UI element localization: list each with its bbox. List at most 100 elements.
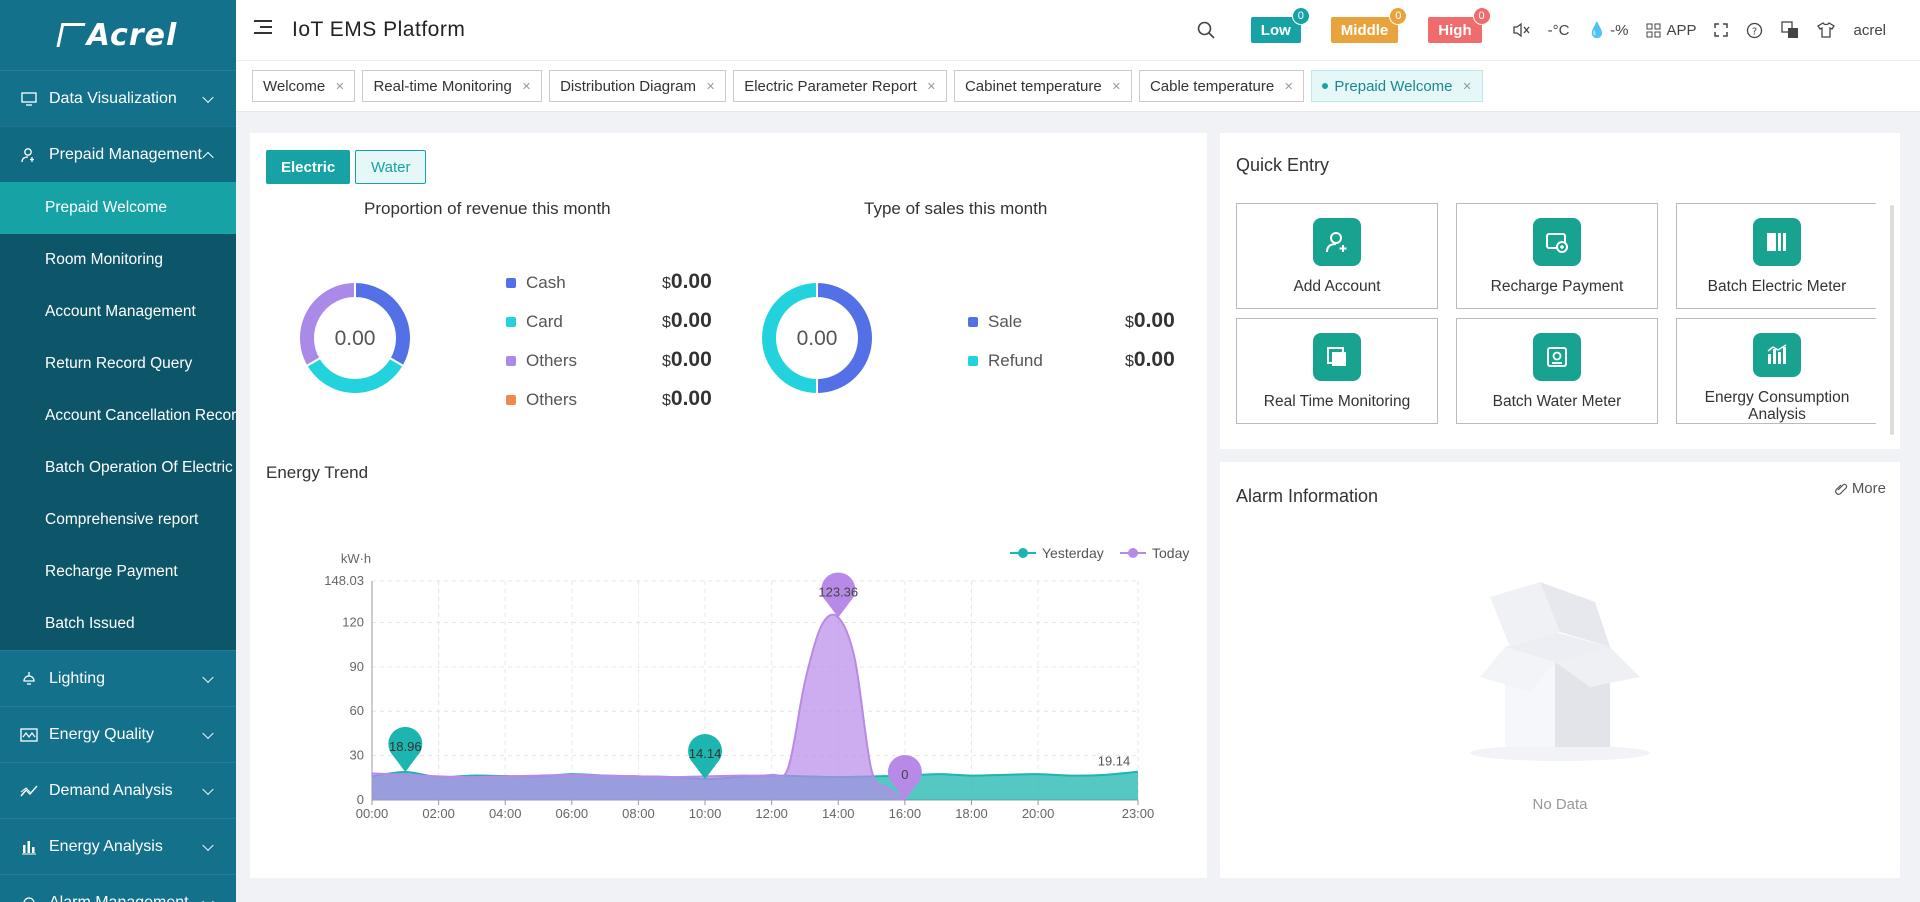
tab-prepaid-welcome[interactable]: Prepaid Welcome ✕ (1311, 70, 1483, 102)
revenue-legend-item[interactable]: Others (506, 351, 577, 371)
chevron-down-icon (202, 671, 214, 683)
sidebar: Acrel Data Visualization Prepaid Manageme… (0, 0, 236, 902)
sales-legend-value: $0.00 (1125, 309, 1175, 332)
x-tick-label: 12:00 (755, 806, 788, 821)
close-icon[interactable]: ✕ (335, 80, 344, 93)
monitoring-icon (1313, 333, 1361, 381)
revenue-legend-item[interactable]: Cash (506, 273, 566, 293)
revenue-legend-item[interactable]: Others (506, 390, 577, 410)
sidebar-group-data-visualization[interactable]: Data Visualization (0, 70, 236, 126)
water-toggle[interactable]: Water (355, 150, 427, 184)
close-icon[interactable]: ✕ (1284, 80, 1293, 93)
sidebar-item-return-record-query[interactable]: Return Record Query (0, 338, 236, 390)
quick-entry-add-account[interactable]: Add Account (1236, 203, 1438, 309)
user-name[interactable]: acrel (1853, 22, 1886, 39)
close-icon[interactable]: ✕ (706, 80, 715, 93)
alarm-title: Alarm Information (1236, 486, 1379, 506)
quick-entry-label: Add Account (1293, 278, 1381, 295)
quick-entry-batch-water-meter[interactable]: Batch Water Meter (1456, 318, 1658, 424)
tab-cable-temperature[interactable]: Cable temperature ✕ (1138, 70, 1305, 102)
alarm-level-label: Middle (1340, 21, 1389, 39)
electric-toggle[interactable]: Electric (266, 150, 351, 184)
chevron-up-icon (202, 151, 214, 163)
sidebar-group-energy-quality[interactable]: Energy Quality (0, 706, 236, 762)
tab-label: Cabinet temperature (964, 77, 1102, 95)
sidebar-group-label: Lighting (49, 669, 106, 687)
legend-swatch (968, 356, 978, 366)
more-link[interactable]: More (1834, 480, 1886, 497)
sidebar-group-energy-analysis[interactable]: Energy Analysis (0, 818, 236, 874)
alarm-high-button[interactable]: High 0 (1428, 7, 1491, 43)
mute-icon[interactable] (1512, 22, 1530, 38)
sidebar-group-lighting[interactable]: Lighting (0, 650, 236, 706)
quick-entry-recharge-payment[interactable]: Recharge Payment (1456, 203, 1658, 309)
sales-legend-item[interactable]: Sale (968, 312, 1022, 332)
close-icon[interactable]: ✕ (1463, 80, 1472, 93)
fullscreen-icon[interactable] (1714, 23, 1729, 37)
tab-bar: Welcome ✕ Real-time Monitoring ✕ Distributio… (236, 60, 1920, 112)
grid-icon (1646, 23, 1661, 37)
tab-cabinet-temperature[interactable]: Cabinet temperature ✕ (953, 70, 1132, 102)
donut-slice (298, 280, 356, 368)
legend-marker (1018, 548, 1028, 558)
x-tick-label: 23:00 (1122, 806, 1155, 821)
donut-center-value: 0.00 (335, 327, 376, 350)
alarm-low-button[interactable]: Low 0 (1250, 7, 1310, 43)
revenue-legend-item[interactable]: Card (506, 312, 563, 332)
series-area-today (372, 614, 905, 800)
data-label: 0 (901, 767, 908, 782)
x-tick-label: 16:00 (889, 806, 922, 821)
revenue-donut: 0.00 (298, 280, 412, 395)
tab-distribution-diagram[interactable]: Distribution Diagram ✕ (549, 70, 727, 102)
sidebar-group-demand-analysis[interactable]: Demand Analysis (0, 762, 236, 818)
x-tick-label: 04:00 (489, 806, 522, 821)
tab-label: Prepaid Welcome (1334, 77, 1453, 95)
sales-legend-item[interactable]: Refund (968, 351, 1043, 371)
quick-entry-energy-consumption-analysis[interactable]: Energy Consumption Analysis (1676, 318, 1876, 424)
close-icon[interactable]: ✕ (522, 80, 531, 93)
quick-entry-label: Recharge Payment (1490, 278, 1624, 295)
sidebar-group-alarm-management[interactable]: Alarm Management (0, 874, 236, 902)
close-icon[interactable]: ✕ (1112, 80, 1121, 93)
energy-trend-title: Energy Trend (266, 463, 369, 482)
legend-swatch (506, 395, 516, 405)
sidebar-group-label: Energy Analysis (49, 837, 163, 855)
sidebar-item-account-management[interactable]: Account Management (0, 286, 236, 338)
alarm-count-badge: 0 (1472, 7, 1491, 25)
y-tick-label: 148.03 (324, 573, 364, 588)
alarm-middle-button[interactable]: Middle 0 (1330, 7, 1408, 43)
chevron-down-icon (202, 783, 214, 795)
temperature-readout: -°C (1547, 21, 1570, 39)
menu-toggle-icon[interactable] (254, 20, 272, 34)
sidebar-item-recharge-payment[interactable]: Recharge Payment (0, 546, 236, 598)
sidebar-group-label: Data Visualization (49, 89, 177, 107)
sidebar-group-prepaid-management[interactable]: Prepaid Management (0, 126, 236, 182)
donut-center-value: 0.00 (797, 327, 838, 350)
quick-entry-scrollbar[interactable] (1890, 205, 1894, 435)
droplet-icon: 💧 (1587, 22, 1607, 39)
tab-electric-parameter-report[interactable]: Electric Parameter Report ✕ (733, 70, 947, 102)
chevron-down-icon (202, 727, 214, 739)
sidebar-item-room-monitoring[interactable]: Room Monitoring (0, 234, 236, 286)
quick-entry-label: Real Time Monitoring (1263, 393, 1411, 410)
app-link[interactable]: APP (1646, 22, 1696, 39)
sidebar-group-label: Prepaid Management (49, 145, 202, 163)
quick-entry-batch-electric-meter[interactable]: Batch Electric Meter (1676, 203, 1876, 309)
language-icon[interactable] (1781, 21, 1799, 39)
sidebar-item-comprehensive-report[interactable]: Comprehensive report (0, 494, 236, 546)
quick-entry-real-time-monitoring[interactable]: Real Time Monitoring (1236, 318, 1438, 424)
wave-icon (20, 726, 38, 744)
search-icon[interactable] (1197, 21, 1215, 39)
tab-real-time-monitoring[interactable]: Real-time Monitoring ✕ (362, 70, 543, 102)
legend-label: Refund (988, 351, 1043, 370)
sidebar-item-batch-issued[interactable]: Batch Issued (0, 598, 236, 650)
theme-icon[interactable] (1817, 22, 1836, 38)
sidebar-item-account-cancellation-record[interactable]: Account Cancellation Record (0, 390, 236, 442)
sidebar-item-prepaid-welcome[interactable]: Prepaid Welcome (0, 182, 236, 234)
revenue-title: Proportion of revenue this month (364, 199, 611, 218)
close-icon[interactable]: ✕ (927, 80, 936, 93)
app-title: IoT EMS Platform (292, 18, 466, 41)
help-icon[interactable]: ? (1746, 22, 1763, 39)
tab-welcome[interactable]: Welcome ✕ (252, 70, 356, 102)
sidebar-item-batch-operation-of-electric[interactable]: Batch Operation Of Electric (0, 442, 236, 494)
